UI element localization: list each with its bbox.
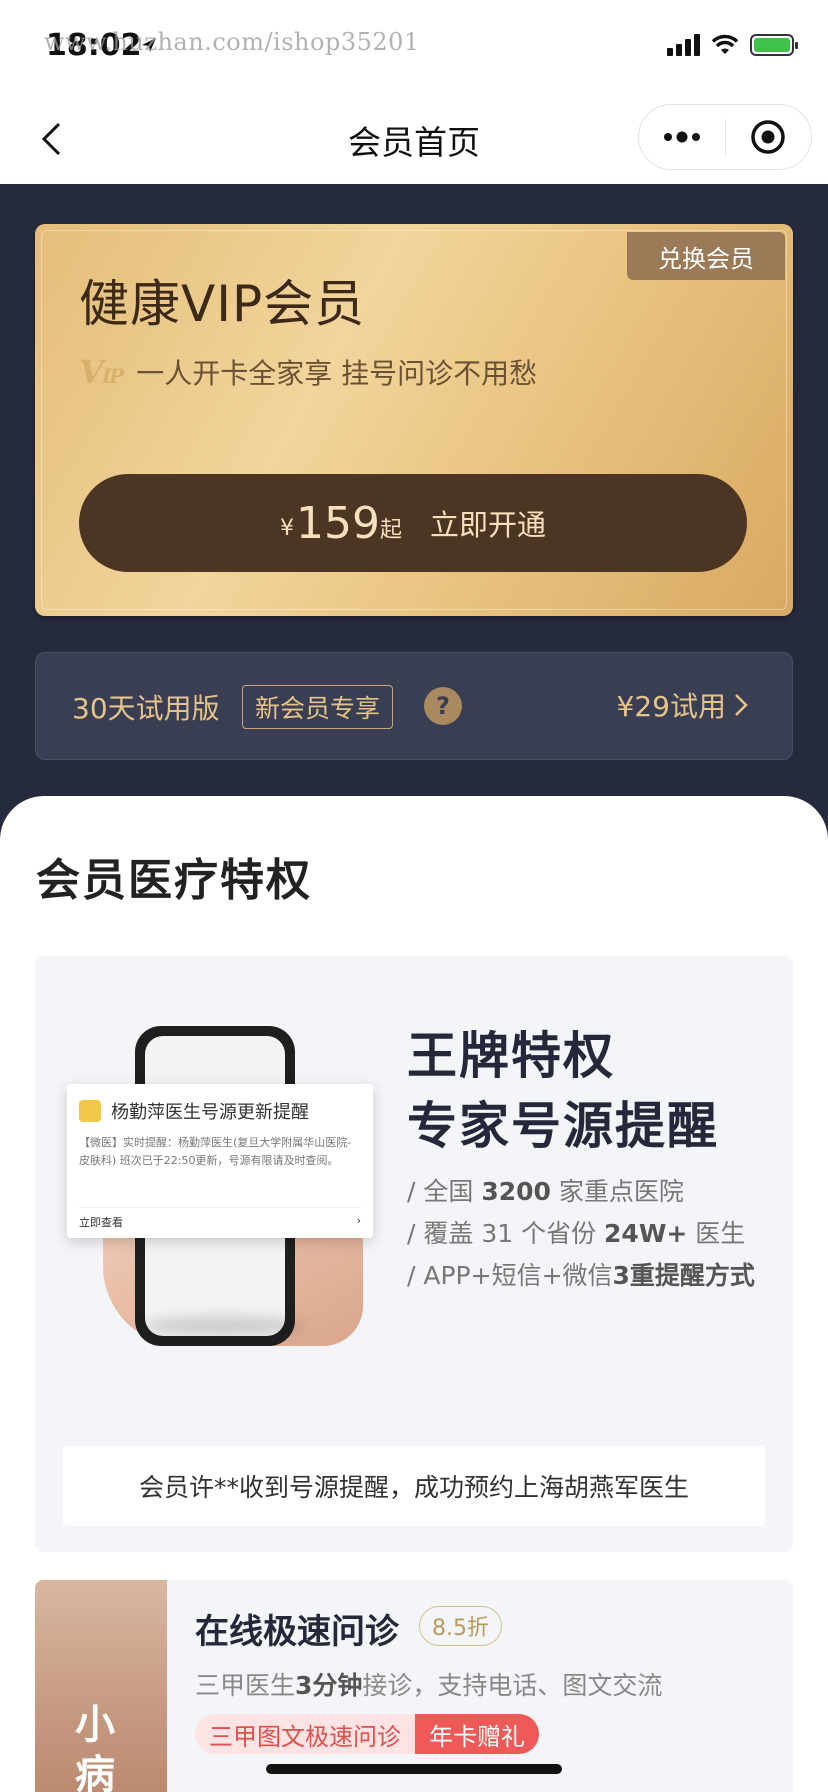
notification-app-icon	[79, 1100, 101, 1122]
new-member-tag: 新会员专享	[242, 685, 394, 729]
privileges-sheet: 会员医疗特权 杨勤萍医生号源更新提醒 【微医】实时提醒：杨勤萍医生(复旦大学附属…	[0, 796, 828, 1792]
expert-reminder-card[interactable]: 杨勤萍医生号源更新提醒 【微医】实时提醒：杨勤萍医生(复旦大学附属华山医院-皮肤…	[35, 956, 793, 1552]
mini-program-capsule	[638, 104, 812, 170]
trial-price-link[interactable]: ¥29试用	[617, 685, 748, 725]
vip-subtitle-row: VIP 一人开卡全家享 挂号问诊不用愁	[79, 352, 537, 392]
service-tag: 三甲图文极速问诊	[195, 1714, 415, 1754]
close-mini-program-button[interactable]	[726, 105, 812, 169]
target-icon	[751, 120, 785, 154]
vip-logo-icon: VIP	[79, 353, 124, 391]
feature-item: / 全国 3200 家重点医院	[407, 1177, 684, 1206]
consult-description: 三甲医生3分钟接诊，支持电话、图文交流	[195, 1671, 663, 1700]
consult-image: 小病	[35, 1580, 167, 1792]
more-dots-icon	[663, 131, 700, 143]
privilege-headline: 王牌特权	[407, 1027, 615, 1085]
nav-bar: 会员首页	[0, 96, 828, 184]
phone-shadow	[143, 1316, 303, 1336]
feature-item: / 覆盖 31 个省份 24W+ 医生	[407, 1219, 746, 1248]
online-consult-card[interactable]: 小病 在线极速问诊 8.5折 三甲医生3分钟接诊，支持电话、图文交流 三甲图文极…	[35, 1580, 793, 1792]
consult-image-text: 小病	[75, 1702, 115, 1792]
home-indicator[interactable]	[266, 1764, 562, 1774]
status-icons	[667, 34, 798, 56]
notification-footer: 立即查看 ›	[79, 1207, 361, 1230]
trial-offer-bar[interactable]: 30天试用版 新会员专享 ? ¥29试用	[35, 652, 793, 760]
vip-title: 健康VIP会员	[79, 275, 366, 333]
open-button-label: 立即开通	[429, 508, 546, 542]
vip-card: 兑换会员 健康VIP会员 VIP 一人开卡全家享 挂号问诊不用愁 ¥ 159 起…	[35, 224, 793, 616]
chevron-right-small-icon: ›	[356, 1214, 361, 1227]
battery-icon	[750, 34, 798, 56]
consult-title: 在线极速问诊	[195, 1612, 399, 1652]
consult-tags: 三甲图文极速问诊 年卡赠礼	[195, 1714, 539, 1754]
membership-price: 159	[295, 497, 380, 549]
section-title: 会员医疗特权	[36, 855, 312, 906]
currency-symbol: ¥	[279, 515, 294, 541]
notification-mockup: 杨勤萍医生号源更新提醒 【微医】实时提醒：杨勤萍医生(复旦大学附属华山医院-皮肤…	[67, 1084, 373, 1238]
discount-badge: 8.5折	[419, 1606, 502, 1646]
privilege-subheadline: 专家号源提醒	[407, 1097, 719, 1155]
trial-label: 30天试用版	[72, 692, 220, 725]
vip-subtitle: 一人开卡全家享 挂号问诊不用愁	[136, 357, 538, 390]
exchange-membership-button[interactable]: 兑换会员	[627, 232, 785, 280]
wifi-icon	[711, 34, 739, 54]
price-suffix: 起	[379, 518, 402, 543]
signal-icon	[667, 34, 700, 56]
notification-body: 【微医】实时提醒：杨勤萍医生(复旦大学附属华山医院-皮肤科) 班次已于22:50…	[79, 1136, 352, 1167]
notification-action: 立即查看	[79, 1216, 123, 1229]
feature-item: / APP+短信+微信3重提醒方式	[407, 1261, 755, 1290]
notification-title: 杨勤萍医生号源更新提醒	[111, 1102, 309, 1123]
testimonial-banner: 会员许**收到号源提醒，成功预约上海胡燕军医生	[63, 1446, 765, 1526]
watermark: www.huzhan.com/ishop35201	[44, 28, 420, 56]
chevron-right-icon	[735, 694, 748, 716]
help-icon[interactable]: ?	[424, 687, 462, 725]
trial-price: ¥29试用	[616, 690, 726, 723]
status-bar: 18:02 www.huzhan.com/ishop35201	[0, 0, 828, 96]
gift-tag: 年卡赠礼	[415, 1714, 539, 1754]
open-membership-button[interactable]: ¥ 159 起 立即开通	[79, 474, 747, 572]
more-button[interactable]	[639, 105, 725, 169]
